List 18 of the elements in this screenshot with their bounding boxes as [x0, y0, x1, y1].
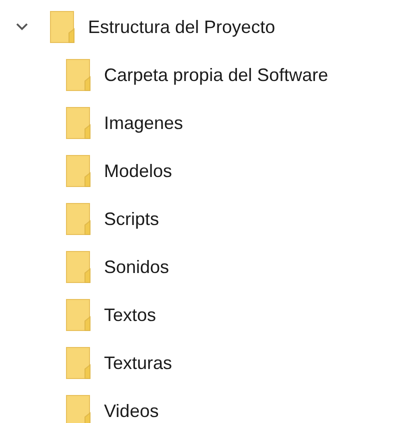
folder-icon: [50, 11, 76, 43]
folder-icon: [66, 347, 92, 379]
folder-name[interactable]: Scripts: [104, 206, 160, 232]
folder-icon: [66, 59, 92, 91]
folder-name[interactable]: Imagenes: [104, 110, 184, 136]
folder-icon: [66, 251, 92, 283]
folder-icon: [66, 155, 92, 187]
folder-name[interactable]: Carpeta propia del Software: [104, 62, 328, 88]
folder-name[interactable]: Videos: [104, 398, 159, 423]
folder-name[interactable]: Modelos: [104, 158, 172, 184]
folder-name[interactable]: Textos: [104, 302, 156, 328]
folder-name[interactable]: Texturas: [104, 350, 172, 376]
folder-icon: [66, 299, 92, 331]
folder-icon: [66, 107, 92, 139]
folder-icon: [66, 203, 92, 235]
folder-icon: [66, 395, 92, 423]
folder-name[interactable]: Sonidos: [104, 254, 170, 280]
folder-name[interactable]: Estructura del Proyecto: [88, 14, 276, 40]
